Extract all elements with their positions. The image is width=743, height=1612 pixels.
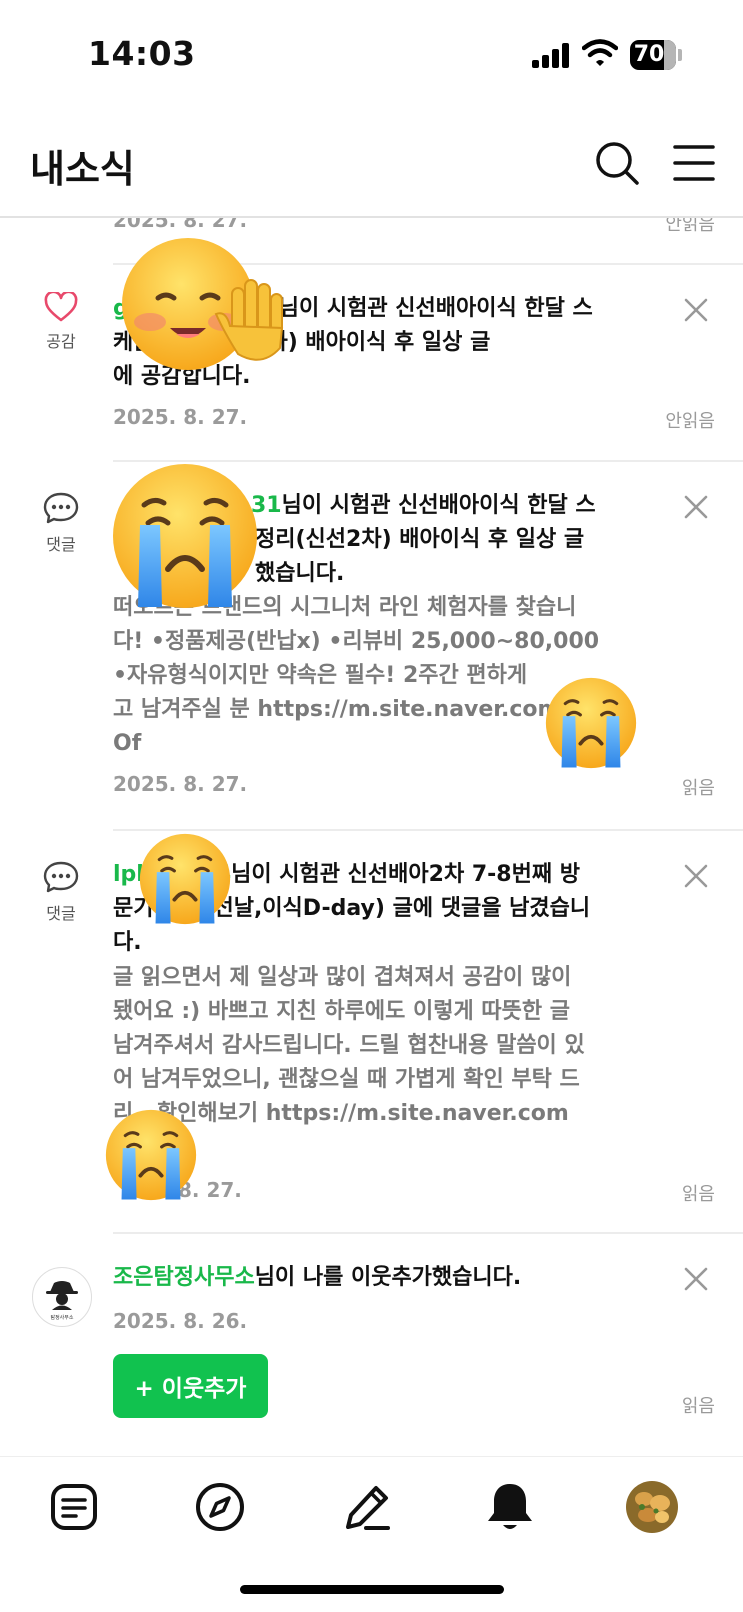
detective-avatar[interactable]: 탐정사무소 [32, 1267, 92, 1327]
detective-logo-icon: 탐정사무소 [46, 1281, 78, 1321]
message-line: 님이 시험관 신선배아이식 한달 스 [281, 493, 596, 518]
crying-face-emoji-icon [113, 464, 257, 608]
battery-level: 70 [633, 42, 665, 67]
cellular-signal-icon [532, 42, 572, 68]
svg-text:탐정사무소: 탐정사무소 [50, 1314, 73, 1321]
notification-date: 2025. 8. 27. [113, 216, 248, 232]
notification-date: 2025. 8. 27. [113, 405, 248, 429]
message-line: 선날,이식D-day) 글에 댓글을 남겼습니 [213, 896, 591, 921]
profile-avatar[interactable] [624, 1479, 680, 1535]
notification-item[interactable]: 공감 g 님이 시험관 신선배아이식 한달 스 케줄 정리(신선2차) 배아이식 … [0, 238, 743, 460]
preview-line: 남겨주셔서 감사드립니다. 드릴 협찬내용 말씀이 있 [113, 1033, 585, 1058]
notification-date: 2025. 8. 26. [113, 1309, 248, 1333]
notification-item[interactable]: 탐정사무소 조은탐정사무소님이 나를 이웃추가했습니다. 2025. 8. 26… [0, 1233, 743, 1456]
message-line: 님이 나를 이웃추가했습니다. [254, 1265, 522, 1290]
comment-icon [43, 492, 79, 524]
read-status: 읽음 [681, 778, 715, 799]
search-icon[interactable] [594, 140, 640, 186]
crying-face-emoji-icon [139, 833, 231, 925]
message-line: 했습니다. [255, 561, 345, 586]
like-indicator: 공감 [38, 292, 84, 352]
notification-item[interactable]: 댓글 31님이 시험관 신선배아이식 한달 스 정리(신선2차) 배아이식 후 … [0, 461, 743, 829]
wifi-icon [582, 39, 618, 66]
comment-icon [43, 861, 79, 893]
comment-indicator: 댓글 [38, 491, 84, 555]
read-status: 안읽음 [665, 216, 715, 235]
close-icon[interactable] [682, 493, 710, 521]
comment-preview: 글 읽으면서 제 일상과 많이 겹쳐져서 공감이 많이 됐어요 :) 바쁘고 지… [113, 961, 643, 1131]
message-line: 님이 시험관 신선배아2차 7-8번째 방 [231, 862, 580, 887]
battery-icon: 70 [630, 40, 676, 70]
add-neighbor-button[interactable]: + 이웃추가 [113, 1354, 268, 1418]
message-line: 님이 시험관 신선배아이식 한달 스 [278, 296, 593, 321]
close-icon[interactable] [682, 296, 710, 324]
battery-tip [678, 49, 682, 61]
notification-item[interactable]: 댓글 lpl4님이 시험관 신선배아2차 7-8번째 방 문기선날,이식D-da… [0, 830, 743, 1232]
status-bar: 14:03 70 [0, 0, 743, 110]
type-label: 댓글 [46, 535, 76, 554]
home-indicator[interactable] [240, 1585, 504, 1594]
blush-hand-emoji-icon [122, 238, 284, 370]
message-line: 다. [113, 930, 142, 955]
preview-line: 글 읽으면서 제 일상과 많이 겹쳐져서 공감이 많이 [113, 965, 572, 990]
write-icon[interactable] [340, 1479, 396, 1535]
notification-date: 2025. 8. 27. [113, 772, 248, 796]
nickname-link[interactable]: 조은탐정사무소 [113, 1265, 255, 1290]
app-header: 내소식 [0, 110, 743, 218]
read-status: 읽음 [681, 1396, 715, 1417]
read-status: 안읽음 [665, 411, 715, 432]
status-time: 14:03 [88, 34, 196, 73]
hamburger-menu-icon[interactable] [672, 142, 716, 184]
preview-line: 어 남겨두었으니, 괜찮으실 때 가볍게 확인 부탁 드 [113, 1067, 580, 1092]
feed-icon[interactable] [46, 1479, 102, 1535]
crying-face-emoji-icon [105, 1109, 197, 1201]
bottom-tab-bar [0, 1456, 743, 1612]
heart-icon [44, 292, 78, 322]
notification-list[interactable]: 2025. 8. 27. 안읽음 공감 g 님이 시험관 신선배아이식 한달 스 … [0, 216, 743, 1456]
comment-indicator: 댓글 [38, 860, 84, 924]
close-icon[interactable] [682, 862, 710, 890]
preview-line: 다! •정품제공(반납x) •리뷰비 25,000~80,000 [113, 629, 600, 654]
compass-icon[interactable] [192, 1479, 248, 1535]
type-label: 댓글 [46, 904, 76, 923]
type-label: 공감 [46, 332, 76, 351]
crying-face-emoji-icon [545, 677, 637, 769]
page-title: 내소식 [30, 147, 135, 191]
read-status: 읽음 [681, 1184, 715, 1205]
bell-icon[interactable] [482, 1479, 538, 1535]
preview-line: 됐어요 :) 바쁘고 지친 하루에도 이렇게 따뜻한 글 [113, 999, 571, 1024]
notification-message[interactable]: 조은탐정사무소님이 나를 이웃추가했습니다. [113, 1261, 673, 1295]
message-line: 정리(신선2차) 배아이식 후 일상 글 [255, 527, 585, 552]
close-icon[interactable] [682, 1265, 710, 1293]
